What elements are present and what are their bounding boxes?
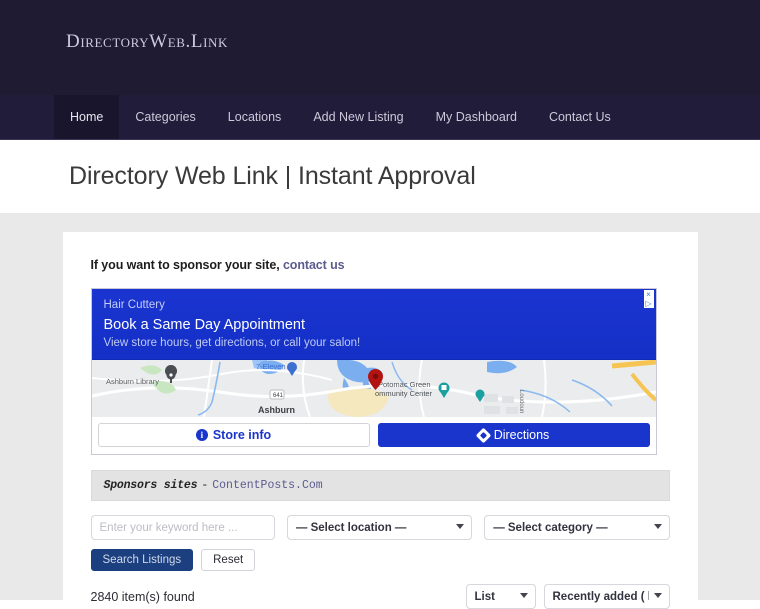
main-navigation: Home Categories Locations Add New Listin… (0, 95, 760, 140)
results-toolbar: 2840 item(s) found List Recently added (… (91, 584, 670, 609)
directions-button[interactable]: Directions (377, 423, 650, 447)
ad-subtext: View store hours, get directions, or cal… (103, 337, 361, 349)
svg-text:7-Eleven: 7-Eleven (256, 362, 286, 371)
results-count: 2840 item(s) found (90, 589, 195, 604)
search-actions: Search Listings Reset (90, 549, 670, 571)
nav-item-label: Home (70, 110, 104, 124)
sponsors-dash: - (201, 479, 209, 492)
info-icon: i (195, 429, 208, 441)
directions-icon (475, 427, 491, 443)
category-select[interactable]: — Select category — (484, 515, 670, 540)
nav-item-home[interactable]: Home (54, 95, 120, 139)
nav-item-label: Locations (227, 110, 282, 124)
advertisement-block[interactable]: Hair Cuttery Book a Same Day Appointment… (90, 288, 657, 455)
view-mode-select-wrapper[interactable]: List (465, 584, 536, 609)
ad-map[interactable]: Ashburn Library 7-Eleven Potomac Green o… (91, 359, 656, 417)
adchoices-controls[interactable]: × ▷ (643, 290, 655, 308)
sort-order-select[interactable]: Recently added ( latest ) (543, 584, 670, 609)
page-title: Directory Web Link | Instant Approval (69, 162, 476, 190)
site-header: DirectoryWeb.Link (0, 0, 760, 95)
svg-text:641: 641 (273, 393, 284, 399)
location-select[interactable]: — Select location — (286, 515, 473, 540)
nav-item-add-new-listing[interactable]: Add New Listing (297, 95, 419, 139)
sort-controls: List Recently added ( latest ) (465, 584, 670, 609)
close-icon[interactable]: × (643, 290, 654, 299)
site-logo[interactable]: DirectoryWeb.Link (66, 31, 228, 53)
map-location-pin-icon (367, 369, 383, 390)
sponsors-sites-strip: Sponsors sites - ContentPosts.Com (90, 470, 670, 501)
svg-text:Potomac Green: Potomac Green (378, 380, 431, 389)
nav-item-contact-us[interactable]: Contact Us (533, 95, 627, 139)
sponsor-notice-text: If you want to sponsor your site, (90, 258, 280, 272)
ad-action-buttons: i Store info Directions (91, 417, 656, 454)
svg-text:ommunity Center: ommunity Center (375, 389, 433, 398)
sort-order-select-wrapper[interactable]: Recently added ( latest ) (543, 584, 670, 609)
view-mode-select[interactable]: List (465, 584, 536, 609)
nav-item-locations[interactable]: Locations (212, 95, 298, 139)
content-card: If you want to sponsor your site, contac… (62, 232, 698, 609)
adchoices-arrow-icon[interactable]: ▷ (643, 299, 654, 308)
nav-item-label: Add New Listing (313, 110, 404, 124)
ad-brand: Hair Cuttery (103, 299, 165, 311)
nav-item-label: Categories (135, 110, 196, 124)
nav-item-categories[interactable]: Categories (119, 95, 211, 139)
page-title-band: Directory Web Link | Instant Approval (0, 140, 760, 213)
svg-text:Ashburn: Ashburn (258, 405, 295, 415)
category-select-wrapper[interactable]: — Select category — (484, 515, 670, 540)
nav-item-my-dashboard[interactable]: My Dashboard (420, 95, 533, 139)
reset-button[interactable]: Reset (201, 549, 256, 571)
directions-label: Directions (493, 428, 550, 442)
svg-text:Ashburn Library: Ashburn Library (106, 377, 159, 386)
search-form: — Select location — — Select category — (90, 515, 670, 540)
svg-text:Loudoun: Loudoun (518, 390, 524, 413)
sponsor-notice: If you want to sponsor your site, contac… (91, 258, 670, 272)
search-keyword-input[interactable] (90, 515, 275, 540)
ad-header[interactable]: Hair Cuttery Book a Same Day Appointment… (91, 289, 656, 359)
search-listings-button[interactable]: Search Listings (90, 549, 194, 571)
contact-us-link[interactable]: contact us (283, 258, 345, 272)
nav-item-label: My Dashboard (435, 110, 517, 124)
sponsor-site-link[interactable]: ContentPosts.Com (212, 479, 322, 492)
nav-item-label: Contact Us (548, 110, 611, 124)
location-select-wrapper[interactable]: — Select location — (286, 515, 473, 540)
page-body: If you want to sponsor your site, contac… (0, 213, 760, 609)
store-info-button[interactable]: i Store info (97, 423, 370, 447)
ad-headline: Book a Same Day Appointment (103, 317, 306, 333)
store-info-label: Store info (212, 428, 272, 442)
sponsors-label: Sponsors sites (103, 479, 198, 492)
